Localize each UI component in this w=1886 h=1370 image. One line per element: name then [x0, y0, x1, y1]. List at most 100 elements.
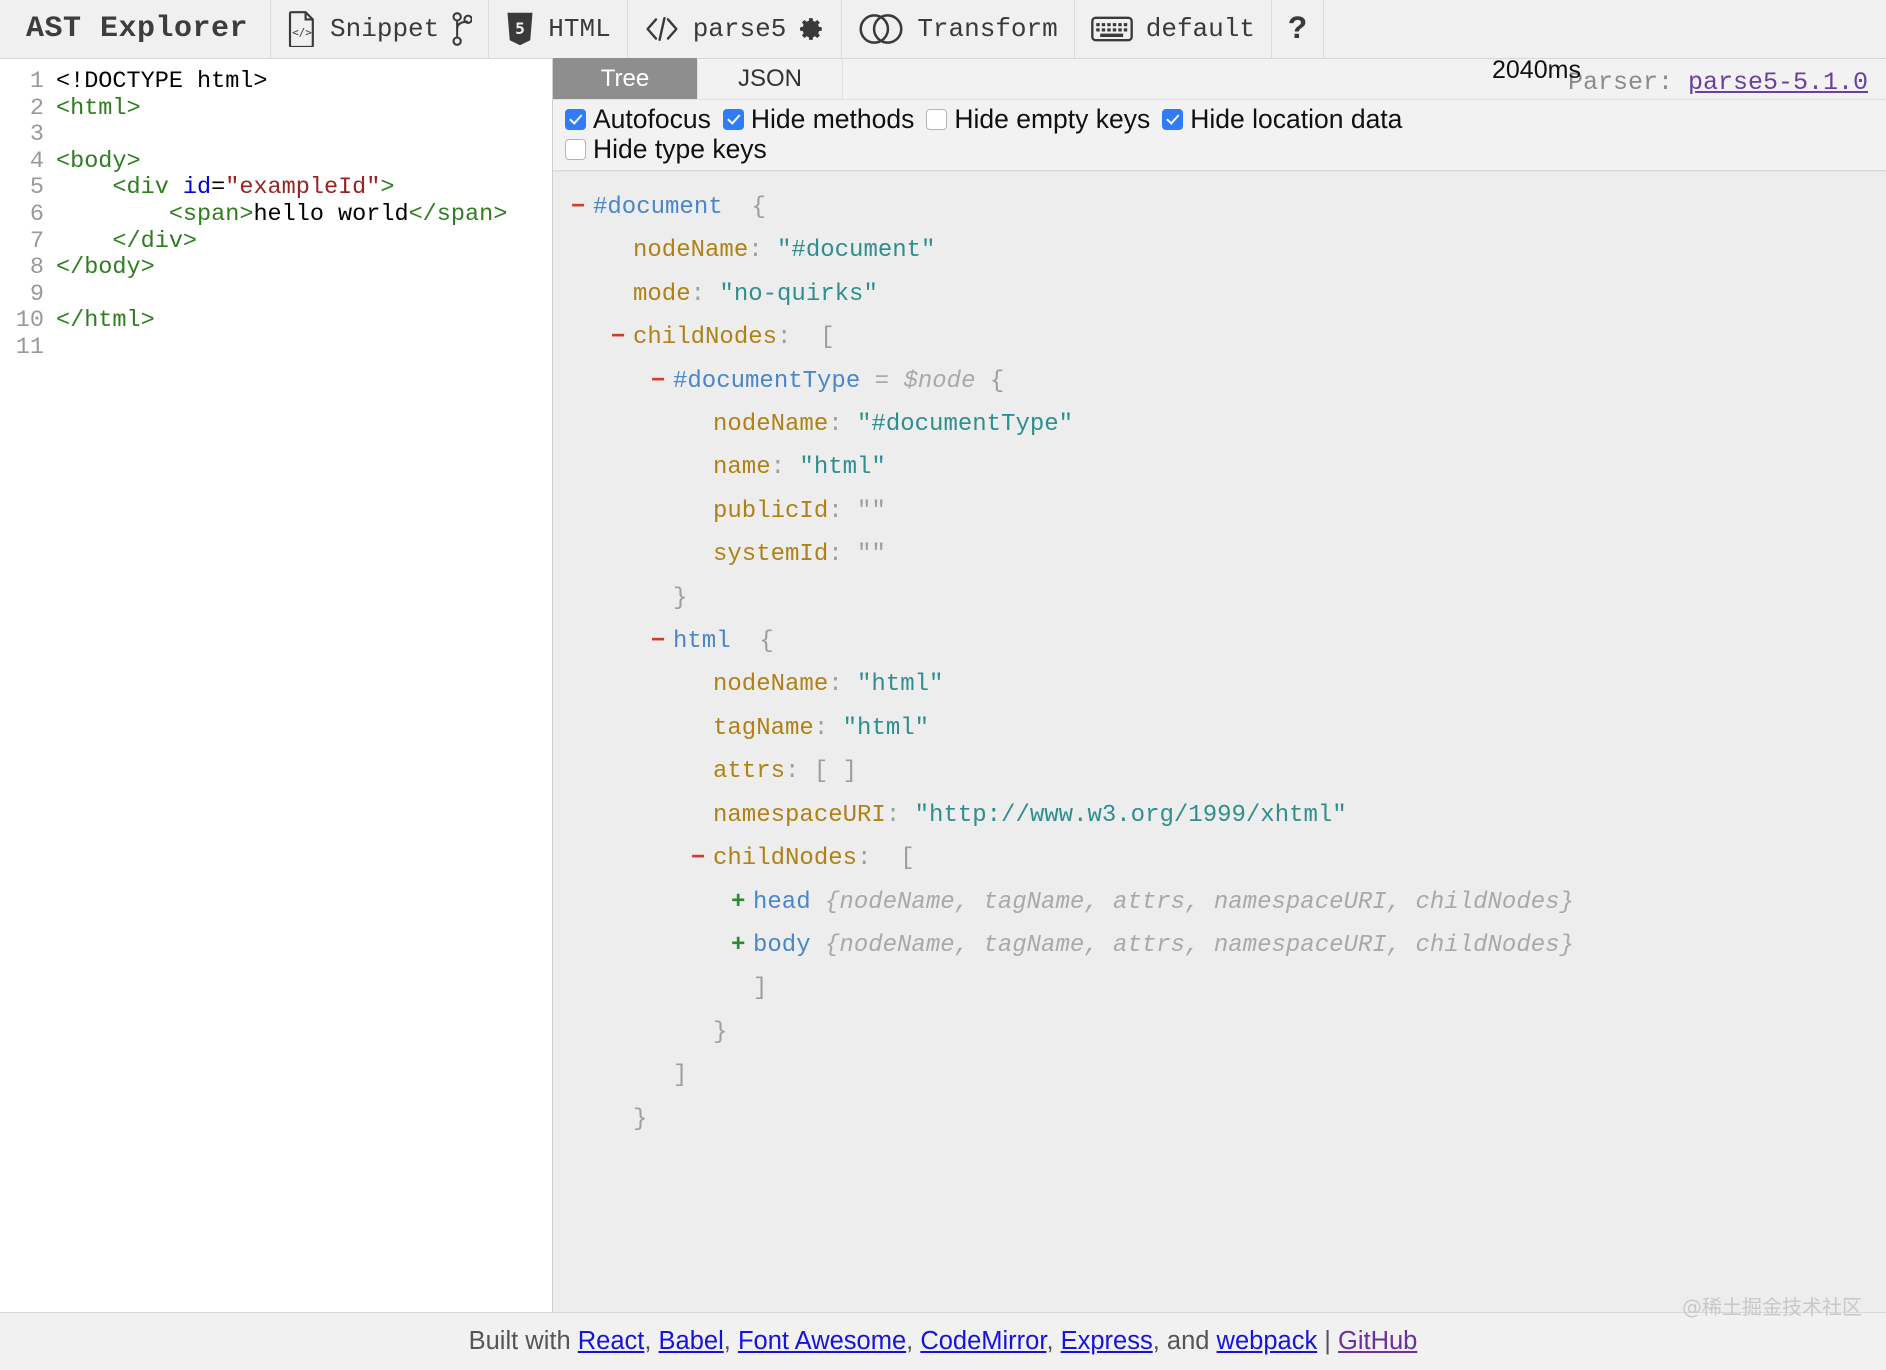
- tree-row[interactable]: }: [553, 1011, 1886, 1054]
- tree-key: childNodes: [713, 845, 858, 873]
- tree-row[interactable]: ]: [553, 967, 1886, 1010]
- parser-version-link[interactable]: parse5-5.1.0: [1688, 68, 1868, 97]
- checkbox-icon[interactable]: [1162, 108, 1184, 130]
- gear-icon[interactable]: [799, 16, 825, 42]
- tree-row[interactable]: systemId: "": [553, 533, 1886, 576]
- question-mark-icon: ?: [1287, 10, 1308, 48]
- tree-row[interactable]: publicId: "": [553, 490, 1886, 533]
- option-hide-location-data[interactable]: Hide location data: [1162, 104, 1402, 134]
- option-hide-type-keys[interactable]: Hide type keys: [565, 134, 767, 164]
- keyboard-icon: [1090, 15, 1133, 43]
- tree-row[interactable]: nodeName: "#document": [553, 229, 1886, 272]
- tree-row[interactable]: attrs: [ ]: [553, 750, 1886, 793]
- language-selector[interactable]: 5 HTML: [489, 0, 628, 58]
- tree-row[interactable]: − #document {: [553, 186, 1886, 229]
- checkbox-icon[interactable]: [722, 108, 744, 130]
- footer-link-express[interactable]: Express: [1061, 1327, 1153, 1355]
- tree-row[interactable]: + body {nodeName, tagName, attrs, namespa…: [553, 924, 1886, 967]
- code-line[interactable]: [56, 122, 552, 149]
- tree-row[interactable]: tagName: "html": [553, 707, 1886, 750]
- code-line[interactable]: [56, 335, 552, 362]
- code-line[interactable]: </html>: [56, 308, 552, 335]
- option-hide-methods[interactable]: Hide methods: [722, 104, 914, 134]
- help-button[interactable]: ?: [1272, 0, 1325, 58]
- footer-link-github[interactable]: GitHub: [1338, 1327, 1417, 1355]
- tree-row[interactable]: namespaceURI: "http://www.w3.org/1999/xh…: [553, 794, 1886, 837]
- code-token: "exampleId": [225, 174, 381, 202]
- tree-row[interactable]: }: [553, 1098, 1886, 1141]
- toggle-spacer: [691, 490, 713, 533]
- code-editor[interactable]: 1 2 3 4 5 6 7 8 9 10 11 <!DOCTYPE html> <html> <bod…: [0, 59, 553, 1312]
- toggle-spacer: [691, 1011, 713, 1054]
- tree-key: name: [713, 454, 771, 482]
- tab-tree[interactable]: Tree: [553, 58, 698, 99]
- tree-punctuation: :: [885, 801, 915, 829]
- footer-link-babel[interactable]: Babel: [659, 1327, 724, 1355]
- tree-row[interactable]: − #documentType = $node {: [553, 360, 1886, 403]
- svg-text:5: 5: [515, 19, 525, 38]
- tree-row[interactable]: name: "html": [553, 446, 1886, 489]
- transform-selector[interactable]: Transform: [842, 0, 1075, 58]
- footer-link-codemirror[interactable]: CodeMirror: [920, 1327, 1046, 1355]
- tree-row[interactable]: + head {nodeName, tagName, attrs, namespa…: [553, 881, 1886, 924]
- code-line[interactable]: [56, 282, 552, 309]
- footer-credits: Built with React, Babel, Font Awesome, C…: [469, 1327, 1418, 1356]
- line-number: 2: [29, 94, 44, 122]
- parser-selector[interactable]: parse5: [628, 0, 843, 58]
- collapse-toggle-icon[interactable]: −: [651, 620, 673, 663]
- code-line[interactable]: </body>: [56, 254, 552, 282]
- footer-link-react[interactable]: React: [578, 1327, 645, 1355]
- toggle-spacer: [611, 229, 633, 272]
- tree-string-value: "#documentType": [857, 411, 1074, 439]
- toggle-spacer: [731, 967, 753, 1010]
- code-line[interactable]: <span>hello world</span>: [56, 201, 552, 229]
- footer-link-font-awesome[interactable]: Font Awesome: [738, 1327, 906, 1355]
- tab-json-label: JSON: [737, 64, 802, 92]
- tree-row[interactable]: − childNodes: [: [553, 837, 1886, 880]
- tree-row[interactable]: mode: "no-quirks": [553, 273, 1886, 316]
- ast-tree-view[interactable]: − #document { nodeName: "#document" mode:…: [553, 171, 1886, 1312]
- ast-options-row-1: Autofocus Hide methods Hide empty keys Hide…: [565, 104, 1874, 134]
- code-token: </div>: [56, 227, 198, 255]
- code-token: >: [380, 174, 395, 202]
- tree-row[interactable]: − childNodes: [: [553, 316, 1886, 359]
- code-line[interactable]: <!DOCTYPE html>: [56, 69, 552, 96]
- toggle-spacer: [691, 403, 713, 446]
- tree-row[interactable]: nodeName: "#documentType": [553, 403, 1886, 446]
- tree-string-value: "html": [799, 454, 886, 482]
- collapse-toggle-icon[interactable]: −: [611, 316, 633, 359]
- code-line[interactable]: </div>: [56, 227, 552, 256]
- option-label: Hide location data: [1190, 104, 1403, 134]
- option-autofocus[interactable]: Autofocus: [565, 104, 711, 134]
- expand-toggle-icon[interactable]: +: [731, 881, 753, 924]
- collapse-toggle-icon[interactable]: −: [651, 360, 673, 403]
- code-line[interactable]: <body>: [56, 148, 552, 176]
- code-line[interactable]: <html>: [56, 95, 552, 123]
- tree-string-value: "html": [842, 714, 930, 742]
- collapse-toggle-icon[interactable]: −: [571, 186, 593, 229]
- checkbox-icon[interactable]: [565, 138, 586, 160]
- option-hide-empty-keys[interactable]: Hide empty keys: [926, 104, 1150, 134]
- footer-link-webpack[interactable]: webpack: [1217, 1327, 1318, 1355]
- snippet-menu[interactable]: </> Snippet: [271, 0, 490, 58]
- tree-row[interactable]: − html {: [553, 620, 1886, 663]
- line-number: 6: [29, 200, 44, 228]
- checkbox-icon[interactable]: [565, 108, 586, 130]
- tree-row[interactable]: nodeName: "html": [553, 663, 1886, 706]
- code-branch-icon[interactable]: [452, 12, 473, 46]
- tree-row[interactable]: ]: [553, 1054, 1886, 1097]
- tree-row[interactable]: }: [553, 577, 1886, 620]
- keymap-selector[interactable]: default: [1075, 0, 1272, 58]
- code-content[interactable]: <!DOCTYPE html> <html> <body> <div id="ex…: [44, 69, 552, 1312]
- tab-json[interactable]: JSON: [698, 58, 843, 99]
- main-split: 1 2 3 4 5 6 7 8 9 10 11 <!DOCTYPE html> <html> <bod…: [0, 58, 1886, 1312]
- checkbox-icon[interactable]: [926, 108, 948, 130]
- watermark: @稀土掘金技术社区: [1682, 1295, 1862, 1319]
- footer-separator: ,: [723, 1327, 738, 1355]
- code-line[interactable]: <div id="exampleId">: [56, 175, 552, 202]
- code-token: </html>: [56, 307, 155, 335]
- expand-toggle-icon[interactable]: +: [731, 924, 753, 967]
- collapse-toggle-icon[interactable]: −: [691, 837, 713, 880]
- ast-tabbar: Tree JSON Parser: parse5-5.1.0: [553, 58, 1886, 100]
- toggle-spacer: [651, 1054, 673, 1097]
